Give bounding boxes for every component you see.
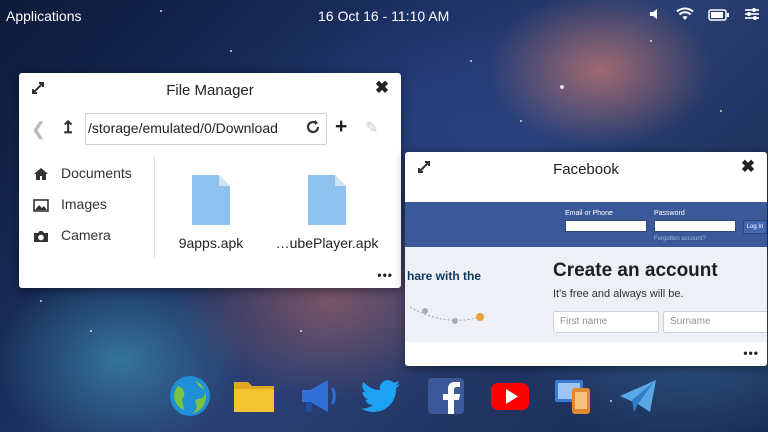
- twitter-icon[interactable]: [360, 374, 404, 418]
- facebook-icon[interactable]: [424, 374, 468, 418]
- file-name: …ubePlayer.apk: [275, 235, 379, 251]
- sidebar-item-label: Camera: [61, 227, 111, 243]
- file-manager-window: File Manager ✖ ❮ ↥ /storage/emulated/0/D…: [19, 73, 401, 288]
- sidebar-item-label: Images: [61, 196, 107, 212]
- browser-globe-icon[interactable]: [168, 374, 212, 418]
- first-name-field[interactable]: First name: [553, 311, 659, 333]
- file-icon: [192, 175, 230, 225]
- window-title: Facebook: [553, 161, 619, 178]
- email-field[interactable]: [565, 220, 647, 232]
- create-account-heading: Create an account: [553, 260, 718, 281]
- megaphone-icon[interactable]: [296, 374, 340, 418]
- youtube-icon[interactable]: [488, 374, 532, 418]
- close-icon[interactable]: ✖: [373, 79, 391, 97]
- facebook-titlebar[interactable]: Facebook ✖: [405, 152, 767, 186]
- sidebar-item-label: Documents: [61, 165, 132, 181]
- free-text: It's free and always will be.: [553, 288, 684, 300]
- close-icon[interactable]: ✖: [739, 158, 757, 176]
- surname-field[interactable]: Surname: [663, 311, 767, 333]
- back-arrow-icon[interactable]: ❮: [31, 119, 46, 140]
- edit-pencil-icon[interactable]: ✎: [365, 118, 378, 138]
- forgot-account-link[interactable]: Forgotten account?: [654, 236, 706, 242]
- settings-sliders-icon[interactable]: [744, 7, 760, 24]
- system-tray: [648, 7, 760, 24]
- facebook-signup-area: hare with the Create an account It's fre…: [405, 247, 767, 342]
- wifi-icon[interactable]: [676, 7, 694, 24]
- telegram-icon[interactable]: [616, 374, 660, 418]
- facebook-login-bar: Email or Phone Password Log In Forgotten…: [405, 202, 767, 247]
- first-name-placeholder: First name: [560, 316, 608, 327]
- applications-menu[interactable]: Applications: [6, 8, 82, 24]
- up-directory-icon[interactable]: ↥: [61, 118, 75, 138]
- volume-icon[interactable]: [648, 7, 662, 24]
- file-icon: [308, 175, 346, 225]
- login-button[interactable]: Log In: [743, 220, 767, 234]
- camera-icon: [33, 228, 49, 244]
- folder-icon[interactable]: [232, 374, 276, 418]
- file-manager-titlebar[interactable]: File Manager ✖: [19, 73, 401, 107]
- file-item[interactable]: …ubePlayer.apk: [267, 175, 387, 251]
- battery-icon[interactable]: [708, 8, 730, 24]
- password-field[interactable]: [654, 220, 736, 232]
- password-label: Password: [654, 210, 685, 217]
- share-text: hare with the: [407, 269, 482, 283]
- surname-placeholder: Surname: [670, 316, 711, 327]
- add-icon[interactable]: +: [335, 115, 347, 139]
- email-label: Email or Phone: [565, 210, 613, 217]
- image-icon: [33, 197, 49, 213]
- devices-icon[interactable]: [552, 374, 596, 418]
- more-options-icon[interactable]: •••: [743, 346, 759, 360]
- clock: 16 Oct 16 - 11:10 AM: [318, 8, 450, 24]
- app-dock: [168, 374, 668, 424]
- window-title: File Manager: [166, 82, 254, 99]
- file-name: 9apps.apk: [178, 235, 244, 251]
- file-manager-toolbar: ❮ ↥ /storage/emulated/0/Download + ✎: [19, 113, 401, 147]
- network-illustration: [409, 306, 484, 324]
- status-bar: Applications 16 Oct 16 - 11:10 AM: [0, 0, 768, 32]
- sidebar: Documents Images Camera: [19, 156, 155, 258]
- refresh-icon[interactable]: [305, 119, 321, 140]
- home-icon: [33, 166, 49, 182]
- path-field[interactable]: /storage/emulated/0/Download: [85, 113, 327, 145]
- file-item[interactable]: 9apps.apk: [151, 175, 271, 251]
- facebook-window: Facebook ✖ Email or Phone Password Log I…: [405, 152, 767, 366]
- more-options-icon[interactable]: •••: [377, 268, 393, 282]
- path-text: /storage/emulated/0/Download: [88, 120, 278, 136]
